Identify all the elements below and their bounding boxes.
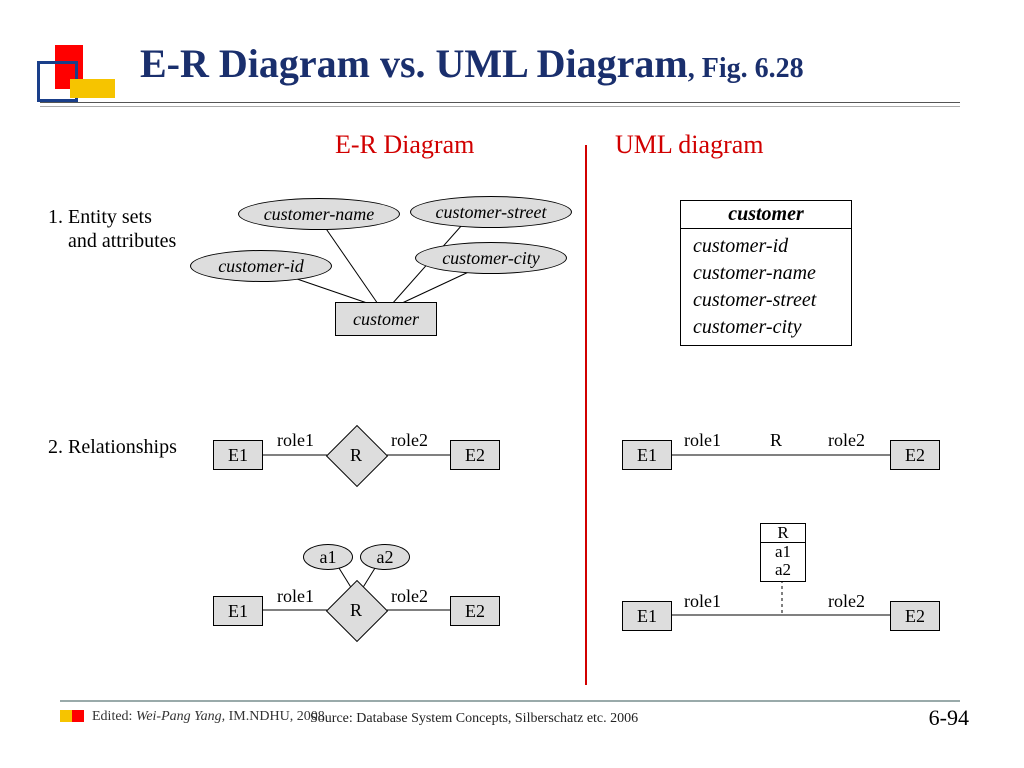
uml-assoc-r: R xyxy=(761,524,805,543)
uml-rel1-e1: E1 xyxy=(622,440,672,470)
uml-rel1-role2: role2 xyxy=(828,430,865,451)
page-number: 6-94 xyxy=(929,705,969,731)
uml-assoc-a2: a2 xyxy=(761,561,805,579)
uml-class-customer: customer customer-id customer-name custo… xyxy=(680,200,852,346)
er-row2-attr-lines xyxy=(0,0,1024,768)
er-rel1-e2: E2 xyxy=(450,440,500,470)
uml-rel2-role2: role2 xyxy=(828,591,865,612)
er-attr-customer-street: customer-street xyxy=(410,196,572,228)
uml-rel1-role1: role1 xyxy=(684,430,721,451)
er-rel2-r: R xyxy=(335,589,377,631)
logo-yellow-block xyxy=(70,79,115,98)
er-rel2-e1: E1 xyxy=(213,596,263,626)
er-row2-simple-lines xyxy=(0,0,1024,768)
uml-rel2-e1: E1 xyxy=(622,601,672,631)
er-rel2-a2: a2 xyxy=(360,544,410,570)
uml-attr-customer-street: customer-street xyxy=(693,287,839,314)
uml-attr-customer-id: customer-id xyxy=(693,233,839,260)
er-attr-customer-id: customer-id xyxy=(190,250,332,282)
title-divider-shadow xyxy=(40,106,960,107)
slide: E-R Diagram vs. UML Diagram, Fig. 6.28 E… xyxy=(0,0,1024,768)
page-number-page: 94 xyxy=(947,705,969,730)
er-rel2-a1: a1 xyxy=(303,544,353,570)
title-fig-ref: , Fig. 6.28 xyxy=(688,53,804,84)
er-attr-customer-name: customer-name xyxy=(238,198,400,230)
column-divider xyxy=(585,145,587,685)
er-rel2-role1: role1 xyxy=(277,586,314,607)
er-rel1-role1: role1 xyxy=(277,430,314,451)
footer-edited: Edited: Wei-Pang Yang, IM.NDHU, 2008 xyxy=(92,709,325,725)
uml-row2-attr-lines xyxy=(0,0,1024,768)
uml-attr-customer-city: customer-city xyxy=(693,314,839,341)
title-main: E-R Diagram vs. UML Diagram xyxy=(140,41,688,86)
uml-association-class: R a1 a2 xyxy=(760,523,806,582)
er-row1-lines xyxy=(0,0,1024,768)
uml-rel2-role1: role1 xyxy=(684,591,721,612)
footer-edited-label: Edited: xyxy=(92,709,136,724)
er-rel1-role2: role2 xyxy=(391,430,428,451)
footer-edited-author: Wei-Pang Yang, xyxy=(136,709,229,724)
uml-rel1-e2: E2 xyxy=(890,440,940,470)
row1-caption-line1: 1. Entity sets xyxy=(48,206,152,228)
column-header-left: E-R Diagram xyxy=(335,130,474,160)
er-rel2-e2: E2 xyxy=(450,596,500,626)
uml-rel1-r: R xyxy=(770,430,782,451)
page-number-chapter: 6 xyxy=(929,705,940,730)
row1-caption-line2: and attributes xyxy=(48,230,176,252)
slide-title: E-R Diagram vs. UML Diagram, Fig. 6.28 xyxy=(140,40,804,87)
uml-row2-simple-lines xyxy=(0,0,1024,768)
uml-rel2-e2: E2 xyxy=(890,601,940,631)
uml-assoc-a1: a1 xyxy=(761,543,805,561)
er-attr-customer-city: customer-city xyxy=(415,242,567,274)
footer-source: Source: Database System Concepts, Silber… xyxy=(310,711,638,727)
column-header-right: UML diagram xyxy=(615,130,764,160)
footer-logo xyxy=(60,709,84,727)
er-entity-customer: customer xyxy=(335,302,437,336)
footer-divider xyxy=(60,700,960,702)
er-rel2-role2: role2 xyxy=(391,586,428,607)
uml-attr-customer-name: customer-name xyxy=(693,260,839,287)
er-rel1-e1: E1 xyxy=(213,440,263,470)
uml-class-attrs: customer-id customer-name customer-stree… xyxy=(681,229,851,345)
uml-class-name: customer xyxy=(681,201,851,229)
row1-caption: 1. Entity sets and attributes xyxy=(48,205,176,253)
title-divider xyxy=(40,102,960,103)
row2-caption: 2. Relationships xyxy=(48,435,177,459)
er-rel1-r: R xyxy=(335,434,377,476)
